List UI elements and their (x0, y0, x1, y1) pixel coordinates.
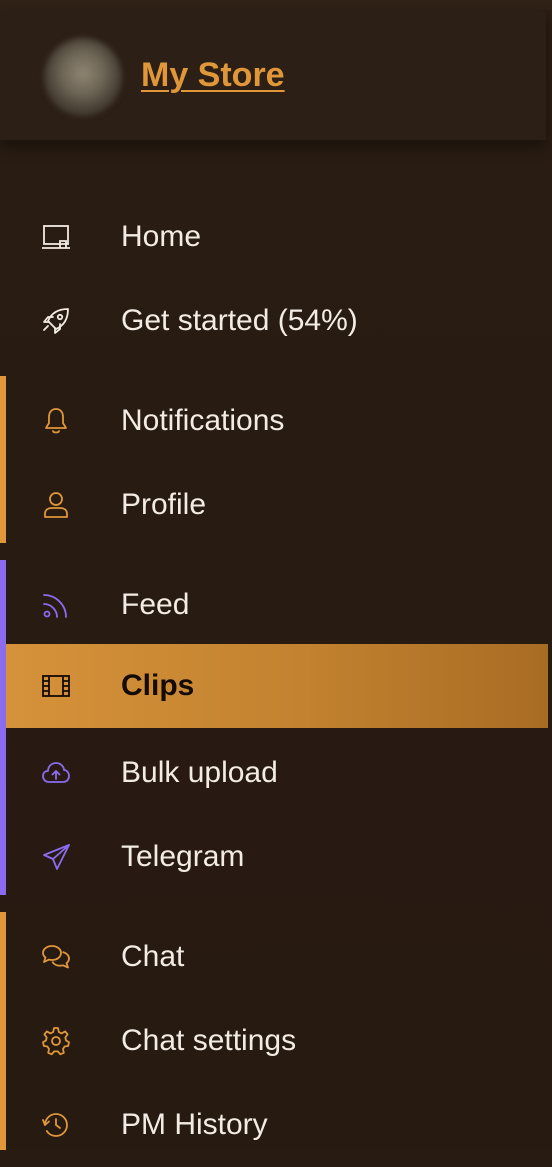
sidebar-item-clips[interactable]: Clips (6, 644, 548, 728)
gear-icon (40, 1025, 72, 1057)
rocket-icon (40, 305, 72, 337)
sidebar-item-label: PM History (121, 1108, 268, 1141)
cloud-upload-icon (40, 757, 72, 789)
sidebar-item-telegram[interactable]: Telegram (6, 815, 548, 899)
sidebar-item-chat[interactable]: Chat (6, 915, 548, 999)
top-edge (0, 0, 552, 10)
sidebar-item-label: Chat (121, 940, 185, 973)
sidebar-item-get-started[interactable]: Get started (54%) (6, 279, 548, 363)
sidebar-item-label: Feed (121, 588, 190, 621)
sidebar-item-profile[interactable]: Profile (6, 463, 548, 547)
store-header: My Store (0, 10, 546, 140)
sidebar-item-chat-settings[interactable]: Chat settings (6, 999, 548, 1083)
user-icon (40, 489, 72, 521)
paper-plane-icon (40, 841, 72, 873)
bell-icon (40, 405, 72, 437)
sidebar-item-label: Telegram (121, 840, 245, 873)
sidebar-item-label: Clips (121, 669, 195, 702)
rss-icon (40, 589, 72, 621)
sidebar-item-label: Notifications (121, 404, 285, 437)
sidebar-item-notifications[interactable]: Notifications (6, 379, 548, 463)
sidebar-item-bulk-upload[interactable]: Bulk upload (6, 731, 548, 815)
sidebar-item-label: Bulk upload (121, 756, 278, 789)
store-avatar[interactable] (44, 38, 122, 116)
sidebar-item-label: Chat settings (121, 1024, 297, 1057)
sidebar-item-label: Get started (54%) (121, 304, 358, 337)
store-name-link[interactable]: My Store (141, 56, 285, 95)
sidebar-item-feed[interactable]: Feed (6, 563, 548, 647)
home-icon (40, 221, 72, 253)
sidebar-item-pm-history[interactable]: PM History (6, 1083, 548, 1167)
sidebar-item-label: Profile (121, 488, 207, 521)
film-icon (40, 670, 72, 702)
sidebar-item-home[interactable]: Home (6, 195, 548, 279)
sidebar-item-label: Home (121, 220, 202, 253)
chat-bubbles-icon (40, 941, 72, 973)
sidebar: My Store Home Get started (54%) Notifica… (0, 0, 552, 1150)
history-icon (40, 1109, 72, 1141)
